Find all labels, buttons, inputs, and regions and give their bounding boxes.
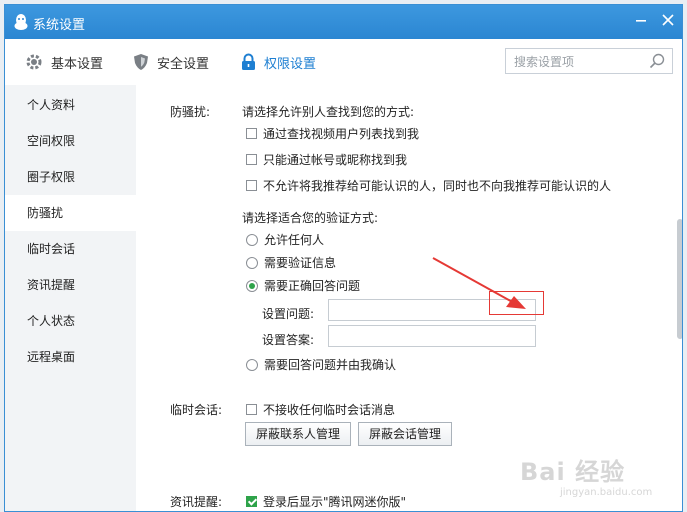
verify-method-prompt: 请选择适合您的验证方式: bbox=[242, 211, 379, 225]
checkbox[interactable] bbox=[246, 154, 257, 165]
lock-icon bbox=[242, 53, 255, 70]
checkbox[interactable] bbox=[246, 180, 257, 191]
radio-label: 需要正确回答问题 bbox=[264, 279, 361, 293]
sidebar-item-circle-permission[interactable]: 圈子权限 bbox=[5, 159, 136, 195]
radio[interactable] bbox=[246, 279, 258, 292]
find-method-prompt: 请选择允许别人查找到您的方式: bbox=[242, 105, 415, 119]
content-scrollbar[interactable] bbox=[677, 219, 682, 339]
verify-option-need-message[interactable]: 需要验证信息 bbox=[246, 254, 336, 271]
watermark-url: jingyan.baidu.com bbox=[560, 487, 653, 498]
sidebar-item-label: 远程桌面 bbox=[27, 350, 76, 364]
minimize-button[interactable] bbox=[632, 12, 650, 30]
watermark: Bai 经验 jingyan.baidu.com bbox=[520, 452, 652, 498]
tab-basic-settings[interactable]: 基本设置 bbox=[25, 52, 103, 72]
sidebar-item-label: 个人状态 bbox=[27, 314, 76, 328]
checkbox[interactable] bbox=[246, 128, 257, 139]
section-label-news: 资讯提醒: bbox=[170, 495, 223, 509]
checkbox[interactable] bbox=[246, 404, 257, 415]
answer-field[interactable] bbox=[328, 325, 536, 347]
tab-basic-settings-label: 基本设置 bbox=[51, 56, 104, 72]
sidebar-item-label: 临时会话 bbox=[27, 242, 76, 256]
gear-icon bbox=[26, 54, 42, 70]
sidebar-item-temp-chat[interactable]: 临时会话 bbox=[5, 231, 136, 267]
sidebar-item-space-permission[interactable]: 空间权限 bbox=[5, 123, 136, 159]
sidebar-item-label: 防骚扰 bbox=[27, 206, 64, 220]
title-bar[interactable]: 系统设置 bbox=[5, 5, 682, 39]
sidebar-item-personal-status[interactable]: 个人状态 bbox=[5, 303, 136, 339]
verify-option-answer-and-confirm[interactable]: 需要回答问题并由我确认 bbox=[246, 356, 396, 373]
settings-toolbar: 基本设置 安全设置 权限设置 bbox=[5, 39, 682, 86]
qq-penguin-icon bbox=[14, 14, 28, 30]
sidebar-item-anti-harassment[interactable]: 防骚扰 bbox=[5, 195, 136, 231]
settings-window: 系统设置 基本设置 安全设置 权限设置 搜索设置项 个人资料 空间权限 圈子权限… bbox=[4, 4, 683, 512]
section-label-temp-chat: 临时会话: bbox=[170, 403, 223, 417]
checkbox-label: 通过查找视频用户列表找到我 bbox=[263, 127, 420, 141]
watermark-title: Bai 经验 bbox=[520, 458, 626, 486]
checkbox-label: 不允许将我推荐给可能认识的人，同时也不向我推荐可能认识的人 bbox=[263, 179, 612, 193]
sidebar-item-profile[interactable]: 个人资料 bbox=[5, 87, 136, 123]
tab-permission-settings-label: 权限设置 bbox=[264, 56, 317, 72]
news-mini-option[interactable]: 登录后显示"腾讯网迷你版" bbox=[246, 493, 406, 510]
blocked-sessions-button[interactable]: 屏蔽会话管理 bbox=[358, 422, 453, 446]
radio-label: 需要验证信息 bbox=[264, 256, 337, 270]
checkbox[interactable] bbox=[246, 496, 257, 507]
find-option-video-list[interactable]: 通过查找视频用户列表找到我 bbox=[246, 125, 419, 142]
find-option-no-recommend[interactable]: 不允许将我推荐给可能认识的人，同时也不向我推荐可能认识的人 bbox=[246, 177, 611, 194]
checkbox-label: 登录后显示"腾讯网迷你版" bbox=[263, 495, 407, 509]
radio[interactable] bbox=[246, 233, 258, 246]
highlight-box bbox=[489, 291, 544, 315]
verify-option-correct-answer[interactable]: 需要正确回答问题 bbox=[246, 277, 360, 294]
search-box[interactable] bbox=[505, 48, 673, 74]
search-input[interactable] bbox=[512, 50, 656, 74]
window-title: 系统设置 bbox=[33, 18, 86, 33]
tab-security-settings-label: 安全设置 bbox=[157, 56, 210, 72]
section-label-anti-harassment: 防骚扰: bbox=[170, 105, 211, 119]
verify-option-allow-anyone[interactable]: 允许任何人 bbox=[246, 231, 324, 248]
blocked-contacts-button[interactable]: 屏蔽联系人管理 bbox=[245, 422, 352, 446]
checkbox-label: 不接收任何临时会话消息 bbox=[263, 403, 396, 417]
radio[interactable] bbox=[246, 256, 258, 269]
close-icon bbox=[662, 14, 674, 26]
sidebar-item-label: 个人资料 bbox=[27, 98, 76, 112]
question-label: 设置问题: bbox=[262, 307, 315, 321]
checkbox-label: 只能通过帐号或昵称找到我 bbox=[263, 153, 408, 167]
search-icon[interactable] bbox=[649, 53, 665, 69]
sidebar-item-label: 空间权限 bbox=[27, 134, 76, 148]
close-button[interactable] bbox=[659, 12, 677, 30]
sidebar-item-label: 圈子权限 bbox=[27, 170, 76, 184]
find-option-account-only[interactable]: 只能通过帐号或昵称找到我 bbox=[246, 151, 407, 168]
temp-chat-block-option[interactable]: 不接收任何临时会话消息 bbox=[246, 401, 395, 418]
answer-input[interactable] bbox=[329, 326, 535, 346]
sidebar-item-label: 资讯提醒 bbox=[27, 278, 76, 292]
radio[interactable] bbox=[246, 358, 258, 371]
sidebar-item-remote-desktop[interactable]: 远程桌面 bbox=[5, 339, 136, 375]
answer-label: 设置答案: bbox=[262, 333, 315, 347]
shield-icon bbox=[134, 54, 148, 70]
radio-label: 需要回答问题并由我确认 bbox=[264, 358, 397, 372]
sidebar-item-news-reminder[interactable]: 资讯提醒 bbox=[5, 267, 136, 303]
radio-label: 允许任何人 bbox=[264, 233, 325, 247]
tab-security-settings[interactable]: 安全设置 bbox=[133, 52, 209, 72]
minimize-icon bbox=[636, 20, 646, 22]
tab-permission-settings[interactable]: 权限设置 bbox=[241, 52, 316, 72]
settings-content: 防骚扰: 请选择允许别人查找到您的方式: 通过查找视频用户列表找到我 只能通过帐… bbox=[136, 85, 682, 511]
settings-sidebar: 个人资料 空间权限 圈子权限 防骚扰 临时会话 资讯提醒 个人状态 远程桌面 bbox=[5, 85, 136, 511]
